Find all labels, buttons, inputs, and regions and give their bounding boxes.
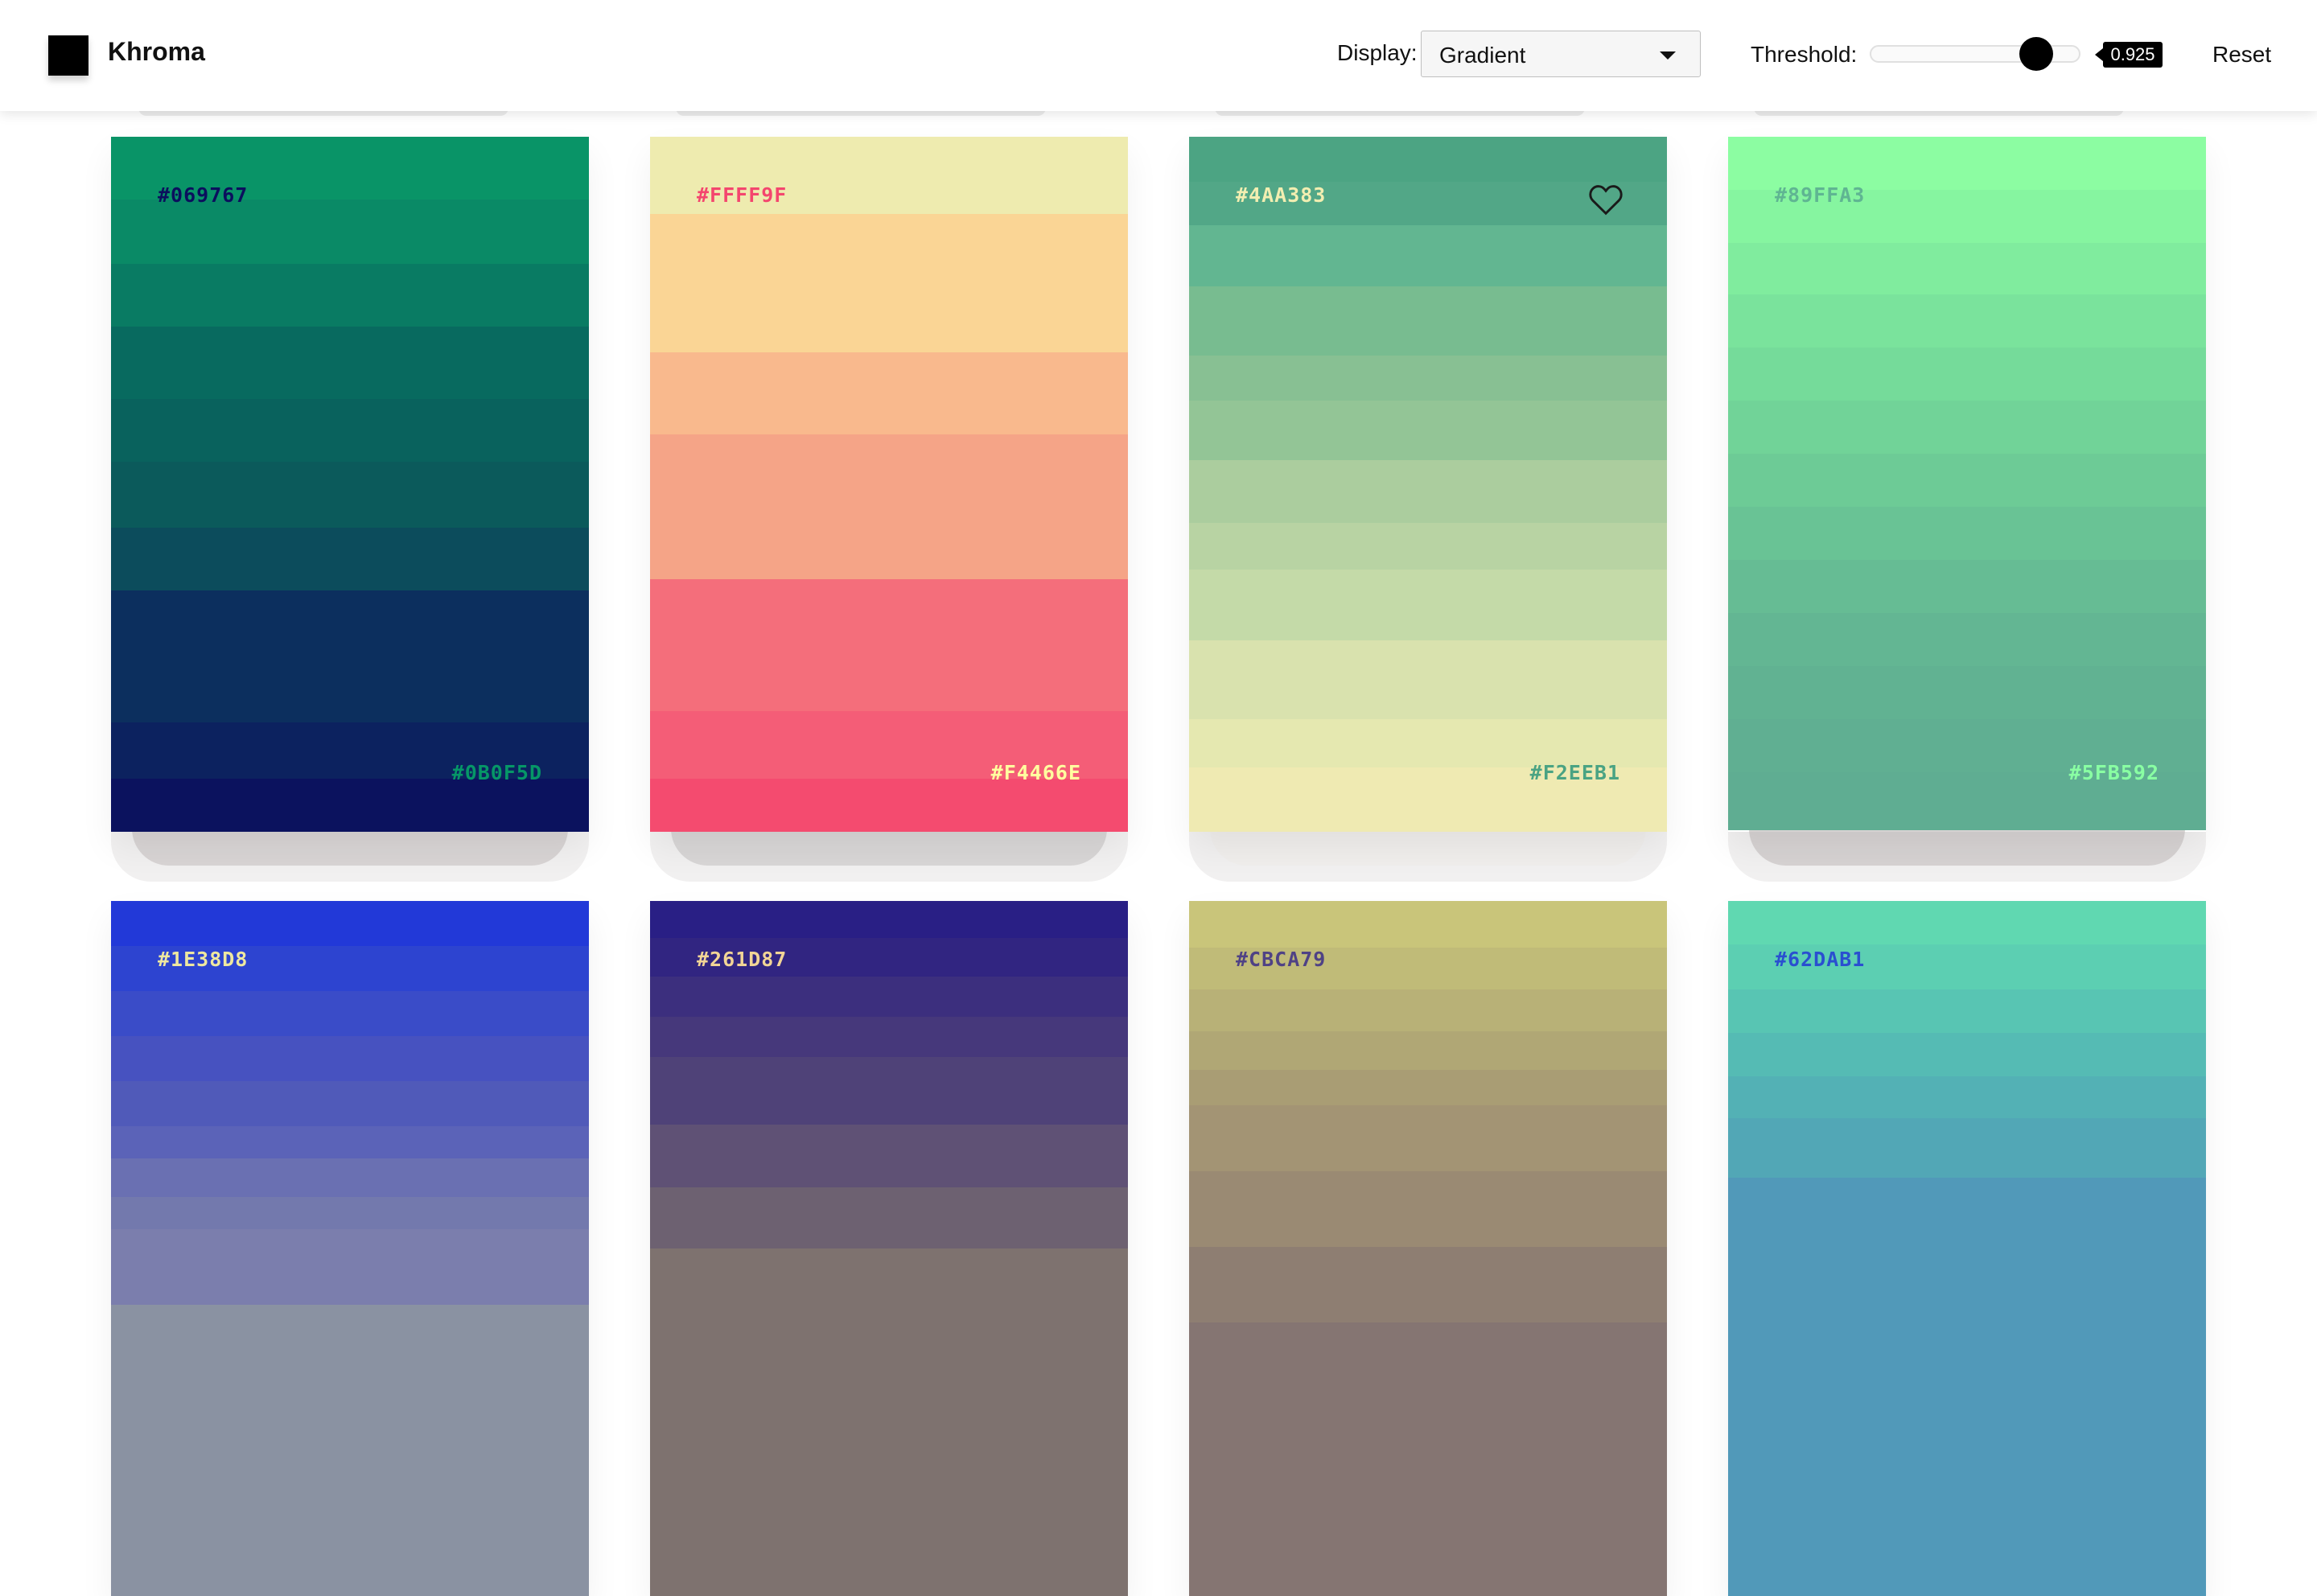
color-band <box>111 590 589 722</box>
palette-gradient[interactable]: #89FFA3 #5FB592 <box>1728 137 2206 832</box>
display-select-value: Gradient <box>1439 43 1526 68</box>
card-shadow <box>1210 829 1646 866</box>
color-band <box>111 1126 589 1158</box>
color-band <box>1189 570 1667 640</box>
color-band <box>1189 137 1667 182</box>
color-band <box>1728 348 2206 401</box>
reset-button[interactable]: Reset <box>2212 42 2271 68</box>
palette-gradient[interactable]: #4AA383 #F2EEB1 <box>1189 137 1667 832</box>
color-band <box>650 1125 1128 1187</box>
palette-gradient[interactable]: #1E38D8 <box>111 901 589 1596</box>
color-band <box>1189 1171 1667 1247</box>
color-band <box>650 1248 1128 1596</box>
threshold-slider-thumb[interactable] <box>2019 37 2053 71</box>
color-band <box>1189 989 1667 1031</box>
color-band <box>650 434 1128 579</box>
color-band <box>650 1187 1128 1248</box>
heart-icon[interactable] <box>1588 183 1624 216</box>
color-band <box>1189 286 1667 356</box>
top-hex-label: #62DAB1 <box>1775 948 1866 971</box>
color-band <box>1189 356 1667 401</box>
bottom-hex-label: #F4466E <box>990 761 1081 784</box>
color-band <box>111 264 589 327</box>
color-band <box>111 1197 589 1229</box>
top-hex-label: #FFFF9F <box>697 183 788 207</box>
color-band <box>650 214 1128 352</box>
color-band <box>111 901 589 946</box>
app-title[interactable]: Khroma <box>108 37 205 67</box>
top-hex-label: #89FFA3 <box>1775 183 1866 207</box>
color-band <box>1728 401 2206 454</box>
color-band <box>650 977 1128 1017</box>
chevron-down-icon <box>1660 51 1676 60</box>
display-select[interactable]: Gradient <box>1421 31 1701 77</box>
color-band <box>1728 666 2206 719</box>
display-label: Display: <box>1337 40 1418 65</box>
top-bar: Khroma Display: Gradient Threshold: 0.92… <box>0 0 2317 111</box>
color-band <box>1189 1031 1667 1070</box>
color-band <box>1189 225 1667 286</box>
color-band <box>1189 401 1667 460</box>
color-band <box>1189 523 1667 570</box>
color-band <box>111 462 589 528</box>
color-band <box>1728 243 2206 294</box>
color-band <box>111 327 589 399</box>
color-band <box>111 528 589 590</box>
color-band <box>1728 454 2206 507</box>
color-band <box>1189 901 1667 948</box>
color-band <box>1728 989 2206 1033</box>
bottom-hex-label: #0B0F5D <box>451 761 542 784</box>
threshold-value-badge: 0.925 <box>2095 42 2163 68</box>
bottom-hex-label: #5FB592 <box>2068 761 2159 784</box>
color-band <box>1189 640 1667 719</box>
top-hex-label: #1E38D8 <box>158 948 249 971</box>
color-band <box>1728 560 2206 613</box>
color-band <box>1728 1033 2206 1076</box>
color-band <box>1189 460 1667 523</box>
color-band <box>650 579 1128 711</box>
color-band <box>111 991 589 1036</box>
palette-gradient[interactable]: #62DAB1 <box>1728 901 2206 1596</box>
palette-gradient[interactable]: #069767 #0B0F5D <box>111 137 589 832</box>
bottom-hex-label: #F2EEB1 <box>1529 761 1620 784</box>
color-band <box>111 1158 589 1197</box>
color-band <box>1728 507 2206 560</box>
top-hex-label: #4AA383 <box>1236 183 1327 207</box>
color-band <box>650 901 1128 938</box>
logo-square-icon[interactable] <box>48 35 88 76</box>
card-shadow <box>1749 829 2185 866</box>
color-band <box>111 399 589 462</box>
color-band <box>1728 294 2206 348</box>
top-hex-label: #069767 <box>158 183 249 207</box>
color-band <box>1728 1178 2206 1596</box>
color-band <box>650 1017 1128 1057</box>
color-band <box>111 200 589 264</box>
card-shadow <box>671 829 1107 866</box>
color-band <box>1728 613 2206 666</box>
color-band <box>650 779 1128 832</box>
color-band <box>111 779 589 832</box>
color-band <box>1189 719 1667 767</box>
top-hex-label: #CBCA79 <box>1236 948 1327 971</box>
color-band <box>1728 1076 2206 1118</box>
palette-gradient[interactable]: #261D87 <box>650 901 1128 1596</box>
color-band <box>650 1057 1128 1125</box>
color-band <box>1189 1247 1667 1322</box>
card-shadow <box>132 829 568 866</box>
color-band <box>111 1305 589 1596</box>
color-band <box>1189 1322 1667 1596</box>
color-band <box>1728 901 2206 944</box>
color-band <box>1189 1105 1667 1171</box>
top-hex-label: #261D87 <box>697 948 788 971</box>
threshold-label: Threshold: <box>1751 42 1858 67</box>
color-band <box>111 1036 589 1081</box>
palette-gradient[interactable]: #FFFF9F #F4466E <box>650 137 1128 832</box>
color-band <box>111 1229 589 1305</box>
color-band <box>1189 1070 1667 1105</box>
color-band <box>1728 1118 2206 1178</box>
palette-gradient[interactable]: #CBCA79 <box>1189 901 1667 1596</box>
color-band <box>650 352 1128 434</box>
color-band <box>1728 137 2206 190</box>
color-band <box>111 1081 589 1126</box>
